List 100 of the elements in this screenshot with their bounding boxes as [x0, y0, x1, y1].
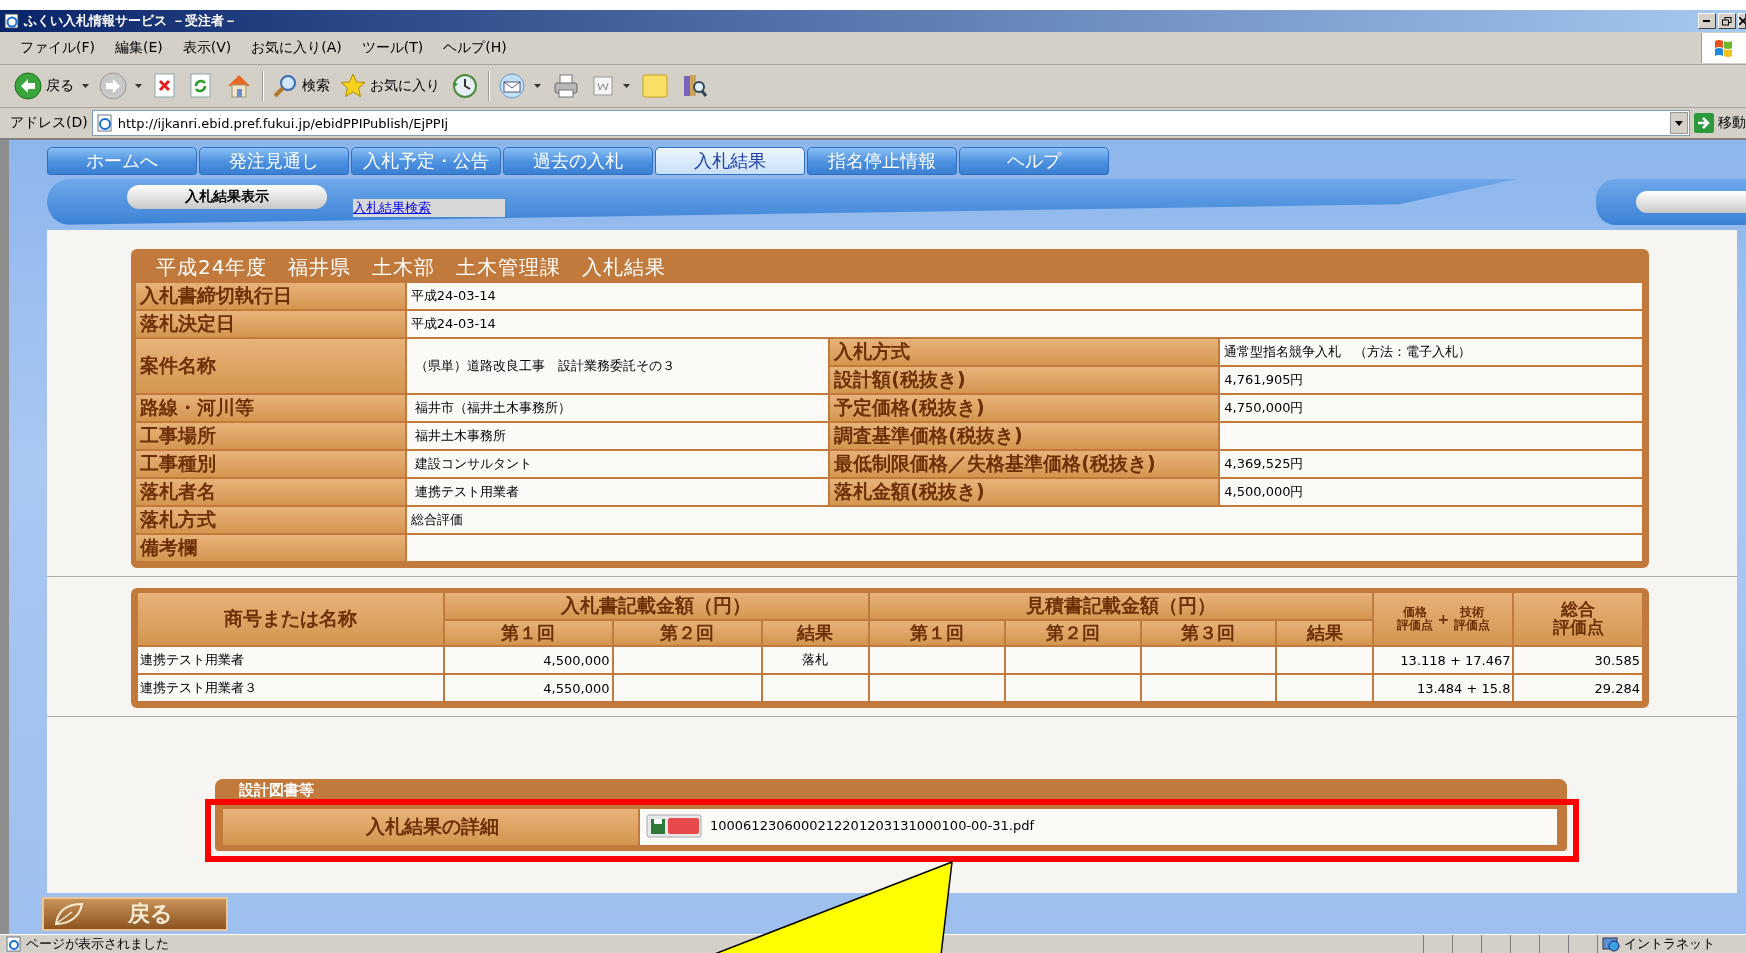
field-value: 4,761,905円 — [1220, 367, 1644, 393]
column-header: 結果 — [762, 621, 868, 645]
document-icon — [591, 74, 615, 98]
dropdown-button[interactable] — [1670, 112, 1688, 134]
field-label: 最低制限価格／失格基準価格(税抜き) — [830, 451, 1221, 477]
field-label: 路線・河川等 — [136, 395, 407, 421]
table-cell: 13.484 + 15.8 — [1374, 675, 1513, 701]
column-header: 見積書記載金額（円） — [869, 593, 1373, 619]
menu-item[interactable]: お気に入り(A) — [241, 37, 352, 59]
go-button[interactable]: 移動 — [1694, 113, 1746, 133]
table-cell: 4,550,000 — [444, 675, 612, 701]
minimize-icon — [1703, 19, 1711, 23]
table-cell: 4,500,000 — [444, 647, 612, 673]
column-header: 第１回 — [444, 621, 612, 645]
table-title: 平成24年度 福井県 土木部 土木管理課 入札結果 — [155, 254, 668, 281]
caret-icon[interactable] — [534, 84, 541, 88]
field-label: 入札書締切執行日 — [136, 283, 407, 309]
field-value: 通常型指名競争入札 （方法：電子入札） — [1220, 339, 1644, 365]
table-cell: 連携テスト用業者３ — [138, 675, 443, 701]
field-label: 落札者名 — [136, 479, 407, 505]
column-header: 第３回 — [1141, 621, 1276, 645]
field-value: 連携テスト用業者 — [406, 479, 831, 505]
field-label: 設計額(税抜き) — [830, 367, 1221, 393]
download-icon[interactable] — [646, 813, 702, 838]
refresh-icon[interactable] — [189, 73, 213, 99]
stop-icon[interactable] — [153, 73, 177, 99]
column-header: 結果 — [1277, 621, 1373, 645]
field-value: 平成24-03-14 — [406, 311, 1644, 337]
back-button[interactable]: 戻る — [12, 71, 91, 101]
close-icon — [1739, 17, 1745, 25]
close-button[interactable] — [1738, 13, 1746, 29]
field-label: 落札方式 — [136, 507, 407, 533]
search-button[interactable]: 検索 — [270, 72, 332, 100]
field-value: 4,500,000円 — [1220, 479, 1644, 505]
column-header: 第２回 — [613, 621, 761, 645]
file-link[interactable]: 1000612306000212201203131000100-00-31.pdf — [710, 818, 1035, 833]
page-icon — [95, 114, 114, 132]
field-value: （県単）道路改良工事 設計業務委託その３ — [406, 339, 831, 393]
research-icon[interactable] — [681, 72, 709, 100]
caret-icon — [1675, 120, 1683, 126]
field-value: 4,369,525円 — [1220, 451, 1644, 477]
field-label: 落札決定日 — [136, 311, 407, 337]
printer-icon[interactable] — [552, 73, 580, 99]
star-icon — [340, 73, 366, 99]
restore-icon — [1722, 16, 1732, 26]
table-cell: 30.585 — [1514, 647, 1642, 673]
window-title: ふくい入札情報サービス －受注者－ — [24, 12, 238, 30]
page-icon — [4, 13, 20, 29]
back-icon — [14, 72, 42, 100]
field-label: 予定価格(税抜き) — [830, 395, 1221, 421]
column-header: 第２回 — [1005, 621, 1140, 645]
column-header: 入札書記載金額（円） — [444, 593, 868, 619]
field-label: 落札金額(税抜き) — [830, 479, 1221, 505]
minimize-button[interactable] — [1698, 13, 1716, 29]
menu-item[interactable]: ヘルプ(H) — [433, 37, 517, 59]
address-field[interactable]: http://ijkanri.ebid.pref.fukui.jp/ebidPPIPublish/EjPPIj — [91, 110, 1690, 136]
address-label: アドレス(D) — [10, 114, 88, 132]
globe-icon — [1602, 936, 1620, 952]
field-label: 工事場所 — [136, 423, 407, 449]
field-label: 備考欄 — [136, 535, 407, 561]
column-header: 第１回 — [869, 621, 1004, 645]
table-cell: 29.284 — [1514, 675, 1642, 701]
search-icon — [272, 73, 298, 99]
field-label: 入札方式 — [830, 339, 1221, 365]
field-value: 平成24-03-14 — [406, 283, 1644, 309]
column-header: 評価点 — [1396, 619, 1433, 632]
column-header: 評価点 — [1454, 619, 1491, 632]
field-value: 福井市（福井土木事務所） — [406, 395, 831, 421]
restore-button[interactable] — [1718, 13, 1736, 29]
caret-icon[interactable] — [623, 84, 630, 88]
menu-item[interactable]: ファイル(F) — [10, 37, 105, 59]
flag-logo-icon — [1713, 37, 1735, 59]
favorites-button[interactable]: お気に入り — [338, 72, 442, 100]
zone-text: イントラネット — [1624, 935, 1715, 953]
field-label: 工事種別 — [136, 451, 407, 477]
history-icon[interactable] — [451, 72, 479, 100]
forward-icon — [99, 72, 127, 100]
column-header: 商号または名称 — [138, 593, 443, 645]
column-header: 価格 — [1402, 606, 1427, 619]
field-label: 調査基準価格(税抜き) — [830, 423, 1221, 449]
field-label: 入札結果の詳細 — [223, 809, 639, 845]
mail-icon — [498, 73, 526, 99]
field-value: 福井土木事務所 — [406, 423, 831, 449]
table-cell: 落札 — [762, 647, 868, 673]
field-value: 4,750,000円 — [1220, 395, 1644, 421]
field-value: 建設コンサルタント — [406, 451, 831, 477]
nav-tab[interactable]: 入札結果 — [655, 147, 805, 175]
section-title: 設計図書等 — [238, 781, 315, 799]
plus-sign: + — [1437, 611, 1450, 627]
menu-item[interactable]: 編集(E) — [105, 37, 173, 59]
menu-item[interactable]: 表示(V) — [172, 37, 242, 59]
field-label: 案件名称 — [136, 339, 407, 393]
caret-icon[interactable] — [82, 84, 89, 88]
column-header: 技術 — [1460, 606, 1485, 619]
table-cell: 13.118 + 17.467 — [1374, 647, 1513, 673]
column-header: 評価点 — [1552, 619, 1604, 637]
current-page-button[interactable]: 入札結果表示 — [127, 185, 327, 209]
caret-icon[interactable] — [135, 84, 142, 88]
field-value: 総合評価 — [406, 507, 1644, 533]
menu-item[interactable]: ツール(T) — [351, 37, 434, 59]
